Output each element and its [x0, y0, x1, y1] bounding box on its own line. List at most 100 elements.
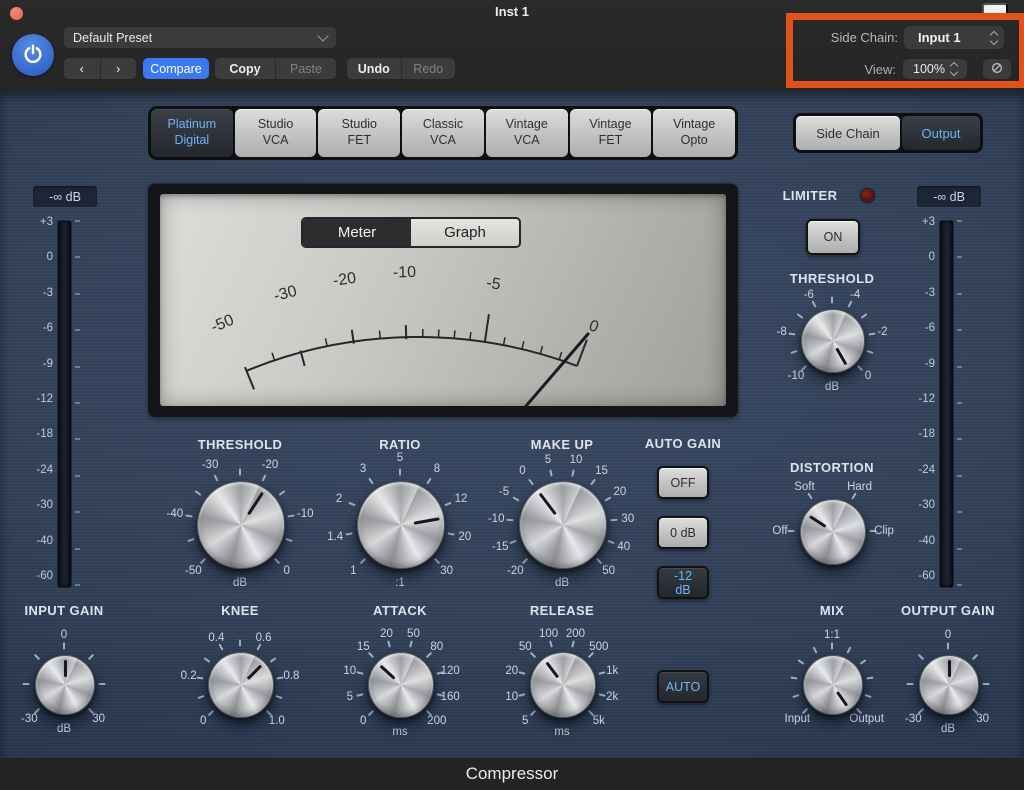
model-classic-vca[interactable]: Classic VCA [402, 109, 484, 157]
knob-scale-label: -6 [803, 288, 814, 301]
stepper-up-down-icon [989, 30, 999, 45]
knob-tick [399, 468, 401, 476]
knob-face[interactable] [197, 481, 285, 569]
meter-tick [75, 511, 80, 514]
meter-scale-label: -60 [918, 569, 935, 582]
knob-tick [812, 646, 818, 654]
auto-gain-off-button[interactable]: OFF [657, 466, 709, 499]
knob-scale-label: 100 [538, 627, 559, 640]
knob-tick [256, 643, 262, 652]
model-platinum-digital[interactable]: Platinum Digital [151, 109, 233, 157]
knob-scale-label: 0 [864, 370, 872, 383]
knob-scale-label: 8 [433, 463, 441, 476]
vu-scale-label: -50 [209, 312, 237, 337]
redo-button[interactable]: Redo [402, 58, 456, 79]
output-gain-knob: OUTPUT GAIN 0 -30 30 dB [868, 589, 1024, 749]
tab-meter[interactable]: Meter [303, 219, 411, 246]
knob-scale-label: Soft [794, 480, 815, 493]
meter-scale-label: -12 [918, 392, 935, 405]
knob-scale-label: -40 [166, 507, 184, 520]
knob-scale-label: -2 [877, 326, 888, 339]
meter-tick [75, 401, 80, 404]
meter-scale-label: -30 [918, 499, 935, 512]
tab-output[interactable]: Output [902, 116, 980, 150]
knob-scale-label: 3 [359, 463, 367, 476]
plugin-name-bar: Compressor [0, 758, 1024, 790]
knob-tick [509, 540, 517, 545]
limiter-threshold-knob: THRESHOLD -10 -8 -6 -4 -2 0 dB [752, 245, 912, 405]
compare-button[interactable]: Compare [143, 58, 209, 79]
model-studio-fet[interactable]: Studio FET [318, 109, 401, 157]
knob-tick [846, 646, 852, 654]
model-vintage-vca[interactable]: Vintage VCA [485, 109, 568, 157]
meter-graph-toggle: Meter Graph [301, 217, 521, 248]
knob-tick [522, 557, 529, 564]
model-studio-vca[interactable]: Studio VCA [234, 109, 317, 157]
knob-pointer [36, 656, 94, 714]
knob-title: THRESHOLD [789, 271, 875, 286]
knob-scale-label: 2k [606, 691, 619, 704]
meter-tick [75, 474, 80, 477]
tab-graph[interactable]: Graph [411, 219, 519, 246]
knob-scale-label: -8 [776, 326, 787, 339]
knob-scale-label: 0.2 [180, 669, 197, 682]
preset-dropdown[interactable]: Default Preset [64, 27, 336, 48]
knob-face[interactable] [208, 652, 274, 718]
release-auto-button[interactable]: AUTO [657, 670, 709, 703]
knob-title: RELEASE [529, 603, 595, 618]
knob-tick [518, 692, 527, 697]
auto-gain-minus12db-button[interactable]: -12 dB [657, 566, 709, 599]
knob-tick [200, 557, 207, 564]
power-button[interactable] [12, 34, 54, 76]
knob-tick [63, 642, 65, 650]
knob-face[interactable] [530, 652, 596, 718]
meter-scale-label: -40 [918, 534, 935, 547]
input-gain-knob: INPUT GAIN 0 -30 30 dB [0, 589, 144, 749]
copy-button[interactable]: Copy [215, 58, 275, 79]
meter-bar [58, 221, 71, 587]
input-level-meter: +3 0 -3 -6 -9 -12 -18 -24 -30 -40 -60 [27, 216, 80, 587]
model-vintage-fet[interactable]: Vintage FET [569, 109, 652, 157]
limiter-on-button[interactable]: ON [806, 219, 860, 255]
meter-scale-label: -6 [924, 322, 935, 335]
knob-face[interactable] [919, 655, 979, 715]
knob-face[interactable] [35, 655, 95, 715]
knob-tick [527, 478, 534, 486]
link-button[interactable] [983, 59, 1011, 79]
meter-tick [75, 292, 80, 295]
knob-tick [851, 492, 857, 500]
side-chain-dropdown[interactable]: Input 1 [904, 26, 1004, 49]
knob-title: INPUT GAIN [24, 603, 104, 618]
output-level-meter: +3 0 -3 -6 -9 -12 -18 -24 -30 -40 -60 [909, 216, 962, 587]
next-preset-button[interactable]: › [101, 58, 137, 79]
knob-tick [595, 557, 602, 564]
knob-face[interactable] [368, 652, 434, 718]
knob-face[interactable] [800, 499, 866, 565]
paste-button[interactable]: Paste [276, 58, 336, 79]
auto-gain-0db-button[interactable]: 0 dB [657, 516, 709, 549]
undo-button[interactable]: Undo [347, 58, 401, 79]
compressor-plugin-window: Inst 1 Default Preset ‹ › Compare Copy P… [0, 0, 1024, 790]
tab-side-chain[interactable]: Side Chain [796, 116, 900, 150]
view-zoom-value: 100% [913, 62, 945, 76]
view-zoom-stepper[interactable]: 100% [903, 59, 967, 79]
knob-scale-label: 0 [944, 629, 952, 641]
knob-scale-label: 200 [427, 714, 447, 727]
knob-tick [859, 658, 867, 665]
knob-face[interactable] [801, 309, 865, 373]
window-mode-icon[interactable] [982, 3, 1008, 17]
knob-face[interactable] [803, 655, 863, 715]
side-chain-label: Side Chain: [830, 30, 898, 45]
knob-scale-label: 0.4 [208, 631, 225, 644]
knob-face[interactable] [519, 481, 607, 569]
meter-scale-label: -18 [918, 428, 935, 441]
knob-pointer [351, 475, 451, 575]
vu-display: Meter Graph -50 -30 -20 -10 -5 0 [160, 194, 726, 406]
previous-preset-button[interactable]: ‹ [64, 58, 100, 79]
model-vintage-opto[interactable]: Vintage Opto [653, 109, 736, 157]
knob-title: THRESHOLD [197, 437, 283, 452]
knob-face[interactable] [357, 481, 445, 569]
knob-scale-label: 160 [440, 691, 460, 704]
knob-tick [857, 365, 864, 372]
knob-title: KNEE [221, 603, 259, 618]
